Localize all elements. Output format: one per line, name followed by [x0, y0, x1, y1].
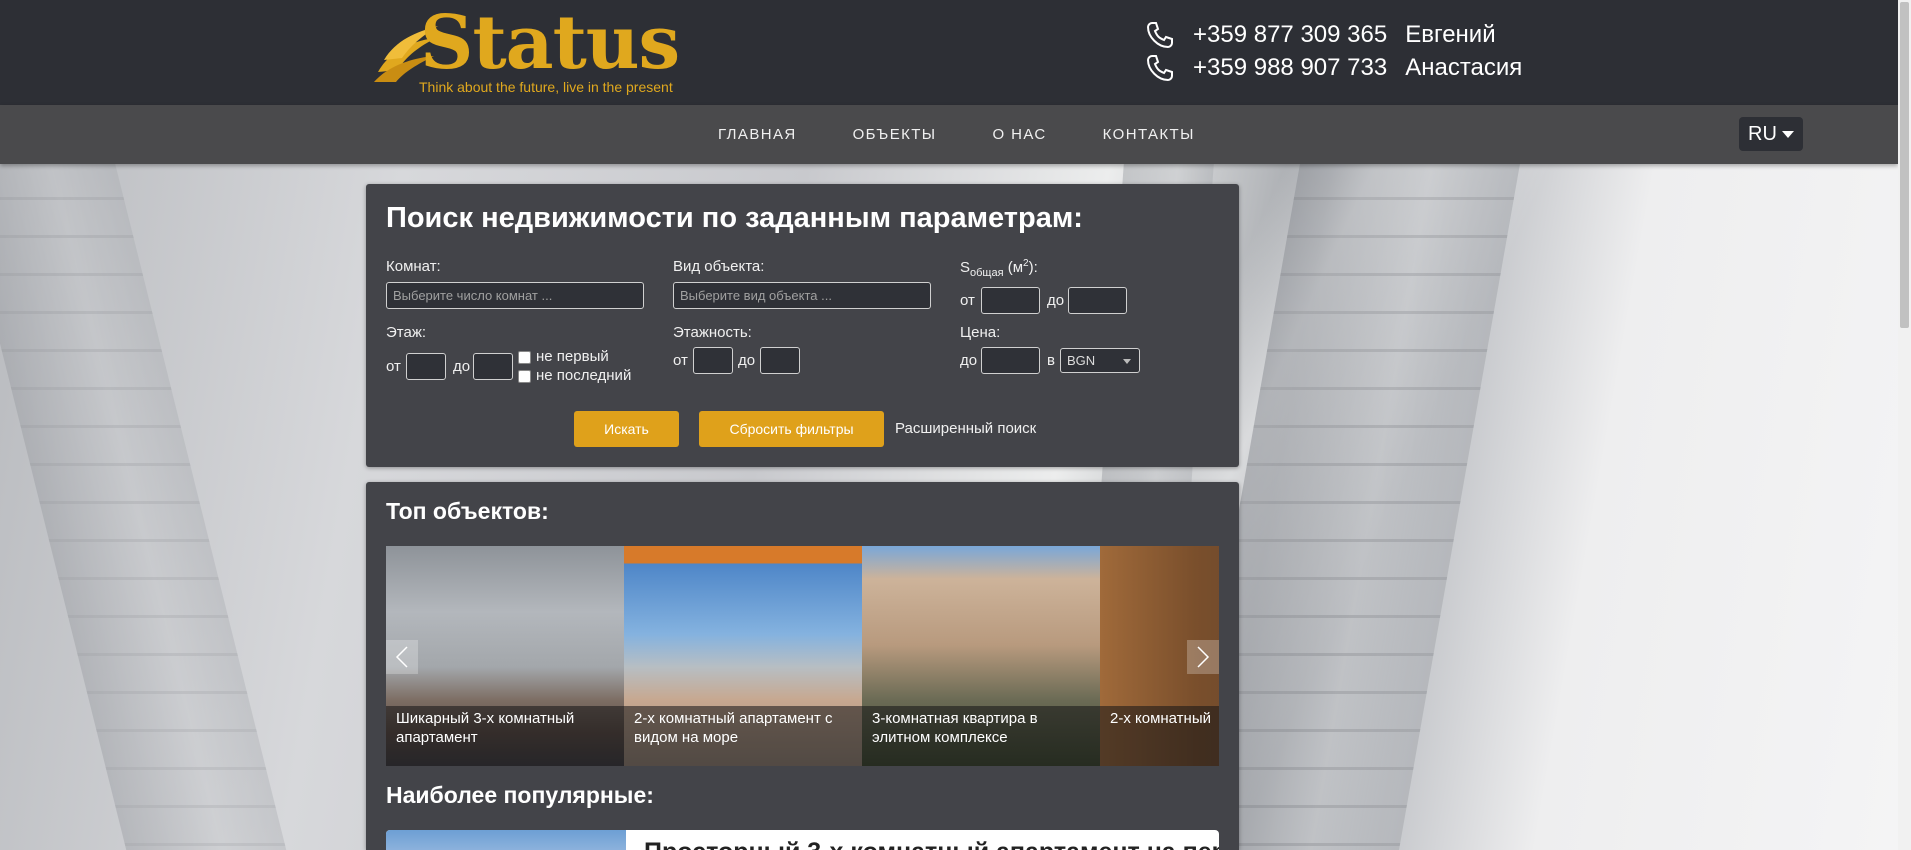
search-button[interactable]: Искать	[574, 411, 679, 447]
popular-card[interactable]: Просторный 3-х комнатный апартамент на п…	[386, 830, 1219, 850]
nav-contacts[interactable]: КОНТАКТЫ	[1103, 126, 1195, 143]
popular-title: Наиболее популярные:	[386, 782, 654, 808]
phone-icon	[1146, 54, 1173, 81]
search-panel: Поиск недвижимости по заданным параметра…	[366, 184, 1239, 467]
floors-to-label: до	[738, 352, 756, 369]
floors-from-input[interactable]	[693, 347, 733, 374]
floors-from-label: от	[673, 352, 688, 369]
scrollbar-thumb[interactable]	[1900, 2, 1909, 328]
search-title: Поиск недвижимости по заданным параметра…	[386, 202, 1083, 234]
contact-phones: +359 877 309 365 Евгений +359 988 907 73…	[1145, 18, 1522, 84]
phone-row-2: +359 988 907 733 Анастасия	[1145, 51, 1522, 84]
nav-home[interactable]: ГЛАВНАЯ	[718, 126, 797, 143]
currency-in-label: в	[1047, 352, 1055, 369]
page-scrollbar[interactable]	[1898, 0, 1911, 850]
popular-card-title[interactable]: Просторный 3-х комнатный апартамент на п…	[644, 838, 1219, 850]
area-from-input[interactable]	[981, 287, 1040, 314]
slide-caption: 2-х комнатный	[1100, 706, 1219, 766]
type-label: Вид объекта:	[673, 258, 765, 275]
price-to-label: до	[960, 352, 978, 369]
contact-name: Евгений	[1405, 20, 1496, 48]
top-objects-title: Топ объектов:	[386, 498, 549, 524]
area-to-label: до	[1047, 292, 1065, 309]
area-label: Sобщая (м2):	[960, 258, 1038, 279]
floor-from-input[interactable]	[406, 353, 446, 380]
slide-caption: Шикарный 3-х комнатный апартамент	[386, 706, 624, 766]
top-objects-panel: Топ объектов: Шикарный 3-х комнатный апа…	[366, 482, 1239, 850]
floor-to-input[interactable]	[473, 353, 513, 380]
slide-caption: 2-х комнатный апартамент с видом на море	[624, 706, 862, 766]
top-objects-carousel: Шикарный 3-х комнатный апартамент 2-х ко…	[386, 546, 1219, 766]
advanced-search-link[interactable]: Расширенный поиск	[895, 420, 1036, 437]
rooms-label: Комнат:	[386, 258, 441, 275]
area-from-label: от	[960, 292, 975, 309]
phone-icon	[1146, 21, 1173, 48]
phone-number[interactable]: +359 877 309 365	[1193, 21, 1387, 49]
popular-card-image	[386, 830, 626, 850]
type-select[interactable]: Выберите вид объекта ...	[673, 282, 931, 309]
carousel-prev-button[interactable]	[386, 640, 418, 674]
not-last-checkbox[interactable]	[518, 370, 531, 383]
carousel-next-button[interactable]	[1187, 640, 1219, 674]
contact-name: Анастасия	[1405, 53, 1523, 81]
site-header: Status Think about the future, live in t…	[0, 0, 1898, 105]
carousel-slide[interactable]: Шикарный 3-х комнатный апартамент	[386, 546, 624, 766]
phone-number[interactable]: +359 988 907 733	[1193, 54, 1387, 82]
not-first-checkbox[interactable]	[518, 351, 531, 364]
floors-to-input[interactable]	[760, 347, 800, 374]
area-to-input[interactable]	[1068, 287, 1127, 314]
not-last-label: не последний	[536, 367, 632, 384]
floor-label: Этаж:	[386, 324, 427, 341]
not-first-label: не первый	[536, 348, 609, 365]
floor-to-label: до	[453, 358, 471, 375]
currency-value: BGN	[1067, 353, 1096, 368]
carousel-slide[interactable]: 3-комнатная квартира в элитном комплексе	[862, 546, 1100, 766]
currency-select[interactable]: BGN	[1060, 348, 1140, 373]
brand-name: Status	[420, 0, 680, 86]
site-logo[interactable]: Status Think about the future, live in t…	[370, 0, 730, 100]
language-code: RU	[1748, 122, 1777, 145]
reset-filters-button[interactable]: Сбросить фильтры	[699, 411, 884, 447]
nav-about[interactable]: О НАС	[992, 126, 1046, 143]
rooms-select[interactable]: Выберите число комнат ...	[386, 282, 644, 309]
chevron-right-icon	[1197, 646, 1210, 668]
carousel-slide[interactable]: 2-х комнатный апартамент с видом на море	[624, 546, 862, 766]
price-to-input[interactable]	[981, 347, 1040, 374]
floor-from-label: от	[386, 358, 401, 375]
caret-down-icon	[1123, 359, 1131, 364]
brand-tagline: Think about the future, live in the pres…	[419, 79, 673, 95]
language-selector[interactable]: RU	[1739, 117, 1803, 151]
price-label: Цена:	[960, 324, 1001, 341]
slide-caption: 3-комнатная квартира в элитном комплексе	[862, 706, 1100, 766]
caret-down-icon	[1781, 130, 1794, 138]
floors-label: Этажность:	[673, 324, 752, 341]
main-navigation: ГЛАВНАЯ ОБЪЕКТЫ О НАС КОНТАКТЫ RU	[0, 105, 1898, 164]
nav-objects[interactable]: ОБЪЕКТЫ	[853, 126, 937, 143]
chevron-left-icon	[395, 646, 408, 668]
phone-row-1: +359 877 309 365 Евгений	[1145, 18, 1522, 51]
